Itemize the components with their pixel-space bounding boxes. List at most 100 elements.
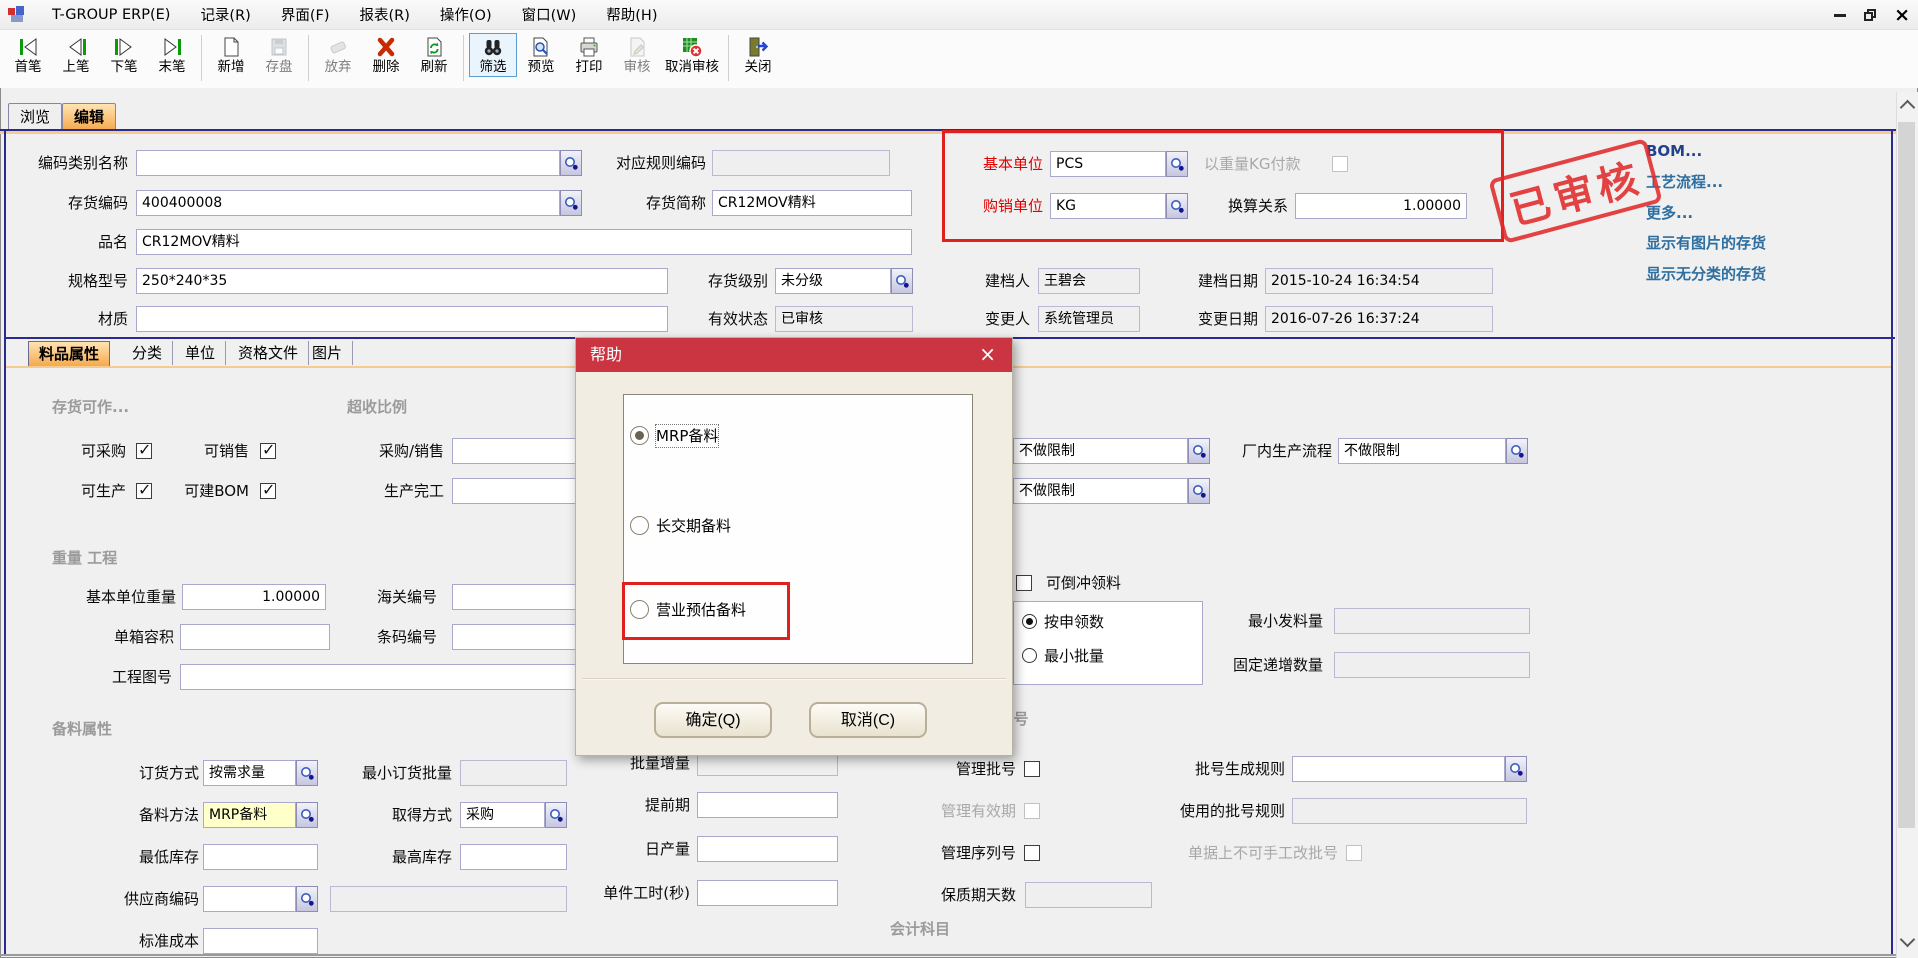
prev-record-icon	[64, 35, 88, 59]
business-forecast-prep-radio[interactable]	[630, 600, 649, 619]
mrp-prep-radio[interactable]	[630, 426, 649, 445]
issue-by-request-radio[interactable]	[1022, 614, 1037, 629]
trade-unit-field[interactable]: KG	[1050, 193, 1166, 219]
item-level-field[interactable]: 未分级	[775, 268, 891, 294]
item-level-lookup-button[interactable]	[891, 268, 913, 294]
tab-qualification-files[interactable]: 资格文件	[228, 341, 309, 365]
minimize-button[interactable]	[1834, 14, 1846, 17]
refresh-button[interactable]: 刷新	[410, 33, 458, 77]
item-code-lookup-button[interactable]	[560, 190, 582, 216]
lead-time-field[interactable]	[697, 792, 838, 818]
business-forecast-prep-option[interactable]: 营业预估备料	[656, 599, 746, 621]
menu-help[interactable]: 帮助(H)	[591, 4, 672, 25]
menu-interface[interactable]: 界面(F)	[266, 4, 345, 25]
limit1-lookup-button[interactable]	[1188, 438, 1210, 464]
new-button[interactable]: 新增	[207, 33, 255, 77]
factory-flow-lookup-button[interactable]	[1506, 438, 1528, 464]
batch-rule-field[interactable]	[1292, 756, 1505, 782]
menu-report[interactable]: 报表(R)	[344, 4, 424, 25]
base-unit-field[interactable]: PCS	[1050, 151, 1166, 177]
help-dialog-titlebar: 帮助	[576, 338, 1012, 372]
tab-images[interactable]: 图片	[302, 341, 353, 365]
print-button[interactable]: 打印	[565, 33, 613, 77]
close-form-button[interactable]: 关闭	[734, 33, 782, 77]
min-stock-label: 最低库存	[120, 844, 199, 870]
order-method-lookup-button[interactable]	[296, 760, 318, 786]
issue-min-batch-label: 最小批量	[1044, 643, 1174, 669]
material-field[interactable]	[136, 306, 668, 332]
max-stock-field[interactable]	[460, 844, 567, 870]
unit-work-seconds-field[interactable]	[697, 880, 838, 906]
show-with-images-link[interactable]: 显示有图片的存货	[1646, 232, 1766, 254]
menu-record[interactable]: 记录(R)	[185, 4, 265, 25]
cancel-button[interactable]: 取消(C)	[809, 702, 927, 738]
prep-method-field[interactable]: MRP备料	[203, 802, 296, 828]
item-short-name-field[interactable]: CR12MOV精料	[712, 190, 912, 216]
purchasable-checkbox[interactable]	[136, 443, 152, 459]
prep-method-lookup-button[interactable]	[296, 802, 318, 828]
daily-output-field[interactable]	[697, 836, 838, 862]
coding-category-lookup-button[interactable]	[560, 150, 582, 176]
manage-batch-checkbox[interactable]	[1024, 761, 1040, 777]
show-unclassified-link[interactable]: 显示无分类的存货	[1646, 263, 1766, 285]
backflush-checkbox[interactable]	[1016, 575, 1032, 591]
acquire-method-field[interactable]: 采购	[460, 802, 545, 828]
batch-rule-lookup-button[interactable]	[1505, 756, 1527, 782]
menu-operation[interactable]: 操作(O)	[425, 4, 507, 25]
filter-button[interactable]: 筛选	[469, 33, 517, 77]
spec-model-label: 规格型号	[8, 268, 128, 294]
manage-serial-checkbox[interactable]	[1024, 845, 1040, 861]
order-method-field[interactable]: 按需求量	[203, 760, 296, 786]
help-dialog-close-icon[interactable]: ×	[973, 338, 1002, 372]
min-stock-field[interactable]	[203, 844, 318, 870]
base-unit-weight-field[interactable]: 1.00000	[182, 584, 326, 610]
supplier-code-lookup-button[interactable]	[296, 886, 318, 912]
mrp-prep-option[interactable]: MRP备料	[656, 425, 718, 447]
lead-time-label: 提前期	[610, 792, 690, 818]
can-bom-checkbox[interactable]	[260, 483, 276, 499]
more-link[interactable]: 更多...	[1646, 202, 1693, 224]
supplier-code-field[interactable]	[203, 886, 296, 912]
menu-window[interactable]: 窗口(W)	[507, 4, 592, 25]
close-window-button[interactable]: ×	[1894, 6, 1910, 25]
tab-item-attributes[interactable]: 料品属性	[28, 341, 110, 366]
limit2-field[interactable]: 不做限制	[1013, 478, 1188, 504]
create-date-field: 2015-10-24 16:34:54	[1265, 268, 1493, 294]
acquire-method-lookup-button[interactable]	[545, 802, 567, 828]
factory-flow-field[interactable]: 不做限制	[1338, 438, 1506, 464]
first-record-button[interactable]: 首笔	[4, 33, 52, 77]
conversion-field[interactable]: 1.00000	[1295, 193, 1467, 219]
tab-classification[interactable]: 分类	[122, 341, 173, 365]
prev-record-button[interactable]: 上笔	[52, 33, 100, 77]
long-leadtime-prep-radio[interactable]	[630, 516, 649, 535]
tab-edit[interactable]: 编辑	[62, 103, 116, 130]
product-name-field[interactable]: CR12MOV精料	[136, 229, 912, 255]
producible-checkbox[interactable]	[136, 483, 152, 499]
cancel-audit-button[interactable]: 取消审核	[661, 33, 723, 77]
box-volume-field[interactable]	[180, 624, 330, 650]
coding-category-field[interactable]	[136, 150, 560, 176]
sellable-checkbox[interactable]	[260, 443, 276, 459]
spec-model-field[interactable]: 250*240*35	[136, 268, 668, 294]
delete-button[interactable]: 删除	[362, 33, 410, 77]
tab-browse[interactable]: 浏览	[8, 103, 62, 130]
magnifier-icon	[1192, 444, 1207, 459]
bom-link[interactable]: BOM...	[1646, 140, 1702, 162]
base-unit-lookup-button[interactable]	[1166, 151, 1188, 177]
long-leadtime-prep-option[interactable]: 长交期备料	[656, 515, 731, 537]
next-record-button[interactable]: 下笔	[100, 33, 148, 77]
menu-app[interactable]: T-GROUP ERP(E)	[37, 7, 185, 23]
trade-unit-lookup-button[interactable]	[1166, 193, 1188, 219]
last-record-button[interactable]: 末笔	[148, 33, 196, 77]
limit2-lookup-button[interactable]	[1188, 478, 1210, 504]
scrollbar-thumb[interactable]	[1898, 122, 1915, 828]
tab-units[interactable]: 单位	[175, 341, 226, 365]
restore-button[interactable]	[1864, 9, 1876, 21]
preview-button[interactable]: 预览	[517, 33, 565, 77]
issue-min-batch-radio[interactable]	[1022, 648, 1037, 663]
ok-button[interactable]: 确定(Q)	[654, 702, 772, 738]
panel-top-accent	[0, 131, 1918, 134]
std-cost-field[interactable]	[203, 928, 318, 954]
item-code-field[interactable]: 400400008	[136, 190, 560, 216]
limit1-field[interactable]: 不做限制	[1013, 438, 1188, 464]
